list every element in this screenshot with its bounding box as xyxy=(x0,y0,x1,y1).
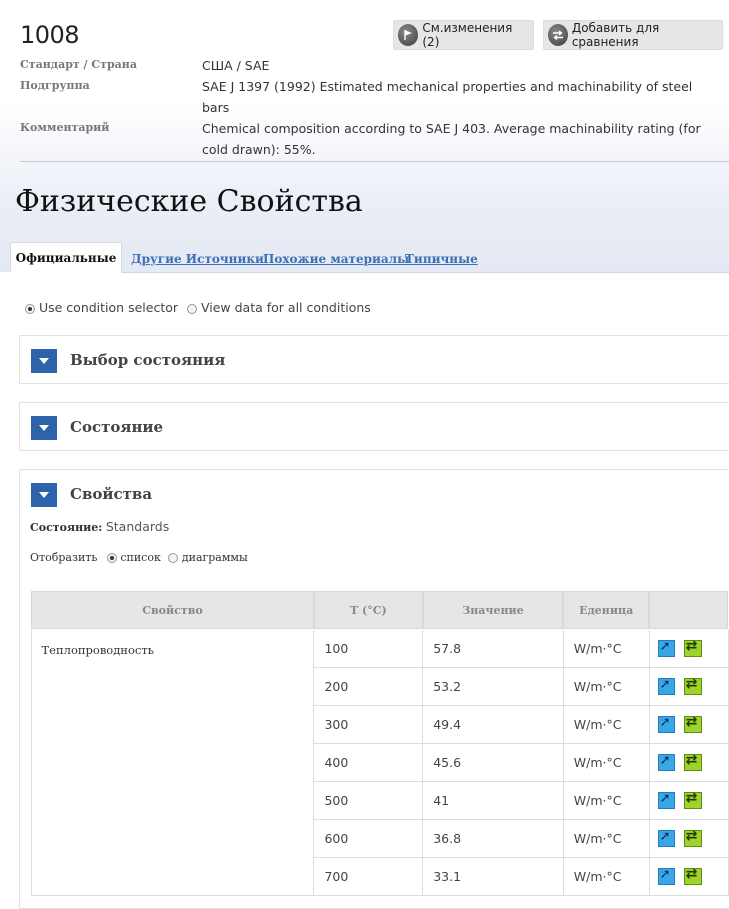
open-reference-icon[interactable] xyxy=(657,791,675,809)
condition-selector-title[interactable]: Выбор состояния xyxy=(70,351,225,369)
column-header-actions xyxy=(648,590,729,630)
subgroup-value: SAE J 1397 (1992) Estimated mechanical p… xyxy=(202,79,693,115)
state-label: Состояние: xyxy=(30,521,103,534)
condition-selector-panel: Выбор состояния xyxy=(19,335,729,384)
add-to-compare-label: Добавить для сравнения xyxy=(571,21,660,49)
swap-arrows-icon xyxy=(548,24,568,46)
convert-units-icon[interactable] xyxy=(683,790,702,809)
unit-cell: W/m·°C xyxy=(562,819,650,858)
row-actions-cell xyxy=(648,667,729,706)
table-header-row: Свойство T (°C) Значение Еденица xyxy=(30,590,729,630)
standard-country-value: США / SAE xyxy=(202,58,270,73)
row-actions-cell xyxy=(648,628,729,668)
column-header-unit: Еденица xyxy=(562,590,651,630)
condition-mode-selector: Use condition selector View data for all… xyxy=(25,300,371,315)
temperature-cell: 600 xyxy=(313,819,424,858)
row-actions-cell xyxy=(648,781,729,820)
display-chart-radio[interactable] xyxy=(168,553,179,563)
unit-cell: W/m·°C xyxy=(562,743,650,782)
temperature-cell: 400 xyxy=(313,743,424,782)
convert-units-icon[interactable] xyxy=(683,638,702,657)
display-label: Отобразить xyxy=(30,551,98,564)
view-changes-button[interactable]: См.изменения (2) xyxy=(393,20,534,50)
tab-other-sources[interactable]: Другие Источники xyxy=(131,252,264,266)
temperature-cell: 100 xyxy=(313,628,424,668)
display-list-radio[interactable] xyxy=(106,553,117,563)
row-actions-cell xyxy=(648,819,729,858)
view-changes-label: См.изменения (2) xyxy=(422,21,513,49)
flag-icon xyxy=(398,24,419,46)
tab-typical[interactable]: Типичные xyxy=(405,252,478,266)
temperature-cell: 700 xyxy=(313,857,424,896)
add-to-compare-button[interactable]: Добавить для сравнения xyxy=(543,20,723,50)
convert-units-icon[interactable] xyxy=(683,676,702,695)
unit-cell: W/m·°C xyxy=(562,781,650,820)
open-reference-icon[interactable] xyxy=(657,753,675,771)
display-mode: Отобразить список диаграммы xyxy=(30,551,248,564)
state-panel-title[interactable]: Состояние xyxy=(70,418,163,436)
open-reference-icon[interactable] xyxy=(657,829,675,847)
open-reference-icon[interactable] xyxy=(657,639,675,657)
row-actions-cell xyxy=(648,743,729,782)
property-name-cell: Теплопроводность xyxy=(30,628,315,896)
column-header-property: Свойство xyxy=(30,590,315,630)
temperature-cell: 200 xyxy=(313,667,424,706)
state-panel: Состояние xyxy=(19,402,729,451)
page-title: Физические Свойства xyxy=(15,184,363,219)
open-reference-icon[interactable] xyxy=(657,677,675,695)
temperature-cell: 500 xyxy=(313,781,424,820)
comment-label: Комментарий xyxy=(20,121,110,134)
value-cell: 41 xyxy=(422,781,564,820)
comment-value: Chemical composition according to SAE J … xyxy=(202,121,701,157)
standard-country-label: Стандарт / Страна xyxy=(20,58,137,71)
convert-units-icon[interactable] xyxy=(683,866,702,885)
collapse-toggle-properties[interactable] xyxy=(31,483,57,507)
open-reference-icon[interactable] xyxy=(657,715,675,733)
convert-units-icon[interactable] xyxy=(683,752,702,771)
unit-cell: W/m·°C xyxy=(562,705,650,744)
collapse-toggle-state[interactable] xyxy=(31,416,57,440)
material-id: 1008 xyxy=(20,21,80,49)
condition-selector-radio[interactable] xyxy=(25,303,35,314)
unit-cell: W/m·°C xyxy=(562,667,650,706)
display-list-label: список xyxy=(120,551,161,564)
unit-cell: W/m·°C xyxy=(562,628,650,668)
convert-units-icon[interactable] xyxy=(683,828,702,847)
all-conditions-radio[interactable] xyxy=(187,303,197,314)
unit-cell: W/m·°C xyxy=(562,857,650,896)
value-cell: 36.8 xyxy=(422,819,564,858)
condition-selector-label: Use condition selector xyxy=(38,300,179,315)
column-header-value: Значение xyxy=(421,590,565,630)
value-cell: 49.4 xyxy=(422,705,564,744)
value-cell: 45.6 xyxy=(422,743,564,782)
table-row: Теплопроводность 100 57.8 W/m·°C xyxy=(30,628,729,896)
value-cell: 53.2 xyxy=(422,667,564,706)
value-cell: 57.8 xyxy=(422,628,564,668)
tab-official[interactable]: Официальные xyxy=(10,242,122,273)
collapse-toggle-selector[interactable] xyxy=(31,349,57,373)
state-value: Standards xyxy=(105,519,170,534)
column-header-temperature: T (°C) xyxy=(312,590,424,630)
open-reference-icon[interactable] xyxy=(657,867,675,885)
all-conditions-label: View data for all conditions xyxy=(200,300,371,315)
subgroup-label: Подгруппа xyxy=(20,79,90,92)
value-cell: 33.1 xyxy=(422,857,564,896)
convert-units-icon[interactable] xyxy=(683,714,702,733)
row-actions-cell xyxy=(648,705,729,744)
tab-similar-materials[interactable]: Похожие материалы xyxy=(263,252,409,266)
state-line: Состояние: Standards xyxy=(30,519,169,534)
header-divider xyxy=(20,161,729,162)
properties-panel-title[interactable]: Свойства xyxy=(70,485,152,503)
properties-table: Свойство T (°C) Значение Еденица Теплопр… xyxy=(30,590,729,896)
temperature-cell: 300 xyxy=(313,705,424,744)
row-actions-cell xyxy=(648,857,729,896)
display-chart-label: диаграммы xyxy=(181,551,248,564)
